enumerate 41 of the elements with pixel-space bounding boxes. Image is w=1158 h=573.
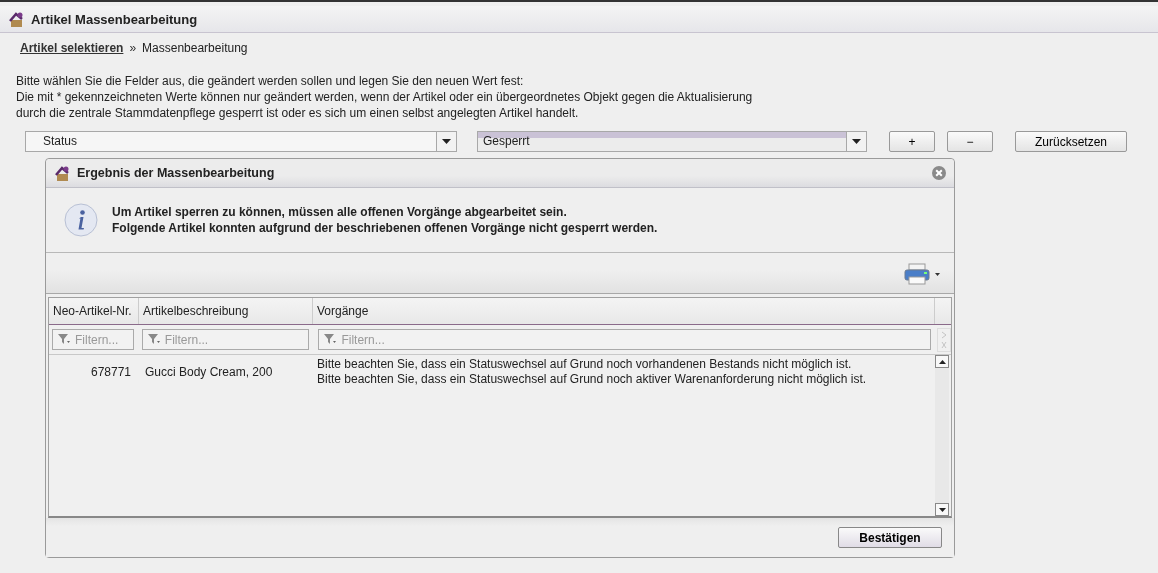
filter-field[interactable]: Filtern...	[52, 329, 134, 350]
instruction-text: durch die zentrale Stammdatenpflege gesperrt ist oder es sich um einen selbst angelegten Artikel handelt.	[16, 105, 580, 121]
table-cell-text: 678771	[89, 364, 132, 381]
instruction-text: Die mit * gekennzeichneten Werte können nur geändert werden, wenn der Artikel oder ein übergeordnetes Objekt gegen die Aktualisierung	[16, 89, 754, 105]
message-text: Um Artikel sperren zu können, müssen alle offenen Vorgänge abgearbeitet sein.	[112, 204, 568, 220]
window-title: Artikel Massenbearbeitung	[31, 11, 198, 27]
close-icon[interactable]	[932, 166, 946, 180]
value-dropdown[interactable]: Gesperrt	[477, 131, 867, 152]
info-icon	[64, 203, 98, 237]
filter-icon	[147, 334, 160, 345]
dropdown-arrow-icon	[442, 139, 451, 144]
table-cell-text: Bitte beachten Sie, dass ein Statuswechsel auf Grund noch aktiver Warenanforderung nicht möglich ist.	[317, 372, 868, 387]
scroll-arrows-icon	[940, 329, 948, 350]
breadcrumb-link[interactable]: Artikel selektieren	[20, 41, 124, 55]
message-text: Folgende Artikel konnten aufgrund der beschriebenen offenen Vorgänge nicht gesperrt werden.	[112, 220, 658, 236]
scroll-up-icon	[938, 359, 946, 364]
scroll-down-icon	[938, 507, 946, 512]
breadcrumb-separator: »	[129, 41, 137, 55]
column-header[interactable]: Vorgänge	[313, 298, 935, 324]
house-icon	[8, 10, 25, 28]
table-cell-text: Gucci Body Cream, 200	[144, 364, 274, 381]
dialog-title: Ergebnis der Massenbearbeitung	[77, 166, 276, 180]
confirm-button[interactable]: Bestätigen	[838, 527, 942, 548]
scrollbar[interactable]	[935, 355, 949, 516]
filter-field[interactable]: Filtern...	[318, 329, 931, 350]
column-header[interactable]: Neo-Artikel-Nr.	[49, 298, 139, 324]
filter-icon	[58, 334, 70, 345]
breadcrumb-current: Massenbearbeitung	[142, 41, 248, 55]
caret-icon	[935, 272, 940, 276]
table-cell-text: Bitte beachten Sie, dass ein Statuswechsel auf Grund noch vorhandenen Bestands nicht möglich ist.	[317, 357, 853, 372]
filter-field[interactable]: Filtern...	[141, 329, 310, 350]
dropdown-arrow-icon	[852, 139, 861, 144]
column-header[interactable]: Artikelbeschreibung	[139, 298, 313, 324]
instruction-text: Bitte wählen Sie die Felder aus, die geändert werden sollen und legen Sie den neuen Wert fest:	[16, 73, 525, 89]
add-button[interactable]: +	[889, 131, 935, 152]
field-dropdown[interactable]: Status	[25, 131, 457, 152]
reset-button[interactable]: Zurücksetzen	[1015, 131, 1127, 152]
printer-icon[interactable]	[903, 263, 933, 285]
house-icon	[54, 164, 71, 182]
filter-icon	[324, 334, 337, 345]
remove-button[interactable]: −	[947, 131, 993, 152]
